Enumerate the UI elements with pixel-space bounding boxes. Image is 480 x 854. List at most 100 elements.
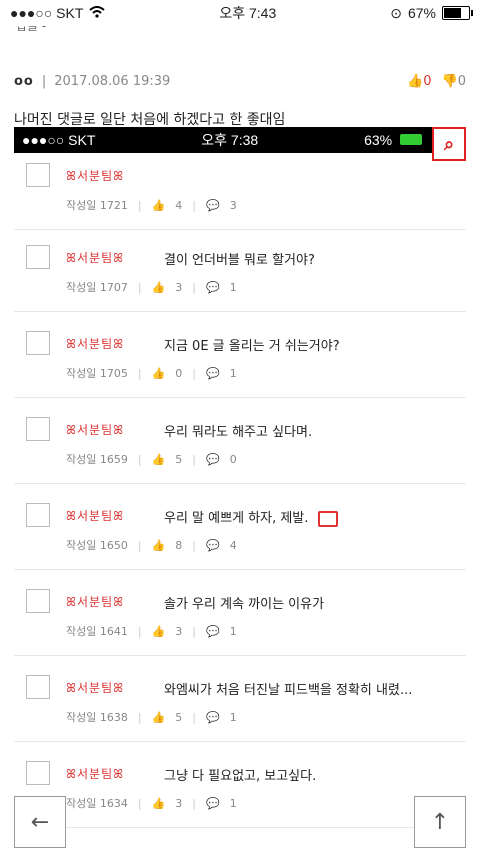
comment-nick: oo [14, 74, 34, 89]
comment-icon: 💬 [206, 280, 220, 294]
arrow-up-icon: ↑ [430, 809, 450, 835]
comment-count: 1 [229, 366, 237, 380]
like-count: 5 [175, 710, 183, 724]
written-date: 작성일 1634 [66, 797, 128, 810]
comment-date: 2017.08.06 19:39 [54, 74, 171, 89]
comment-count: 4 [229, 538, 237, 552]
like-icon: 👍 [151, 198, 166, 212]
list-item[interactable]: ꕤ서분팀ꕤ 우리 말 예쁘게 하자, 제발. 작성일 1650 | 👍 8 | 💬 4 [14, 483, 466, 570]
written-date: 작성일 1705 [66, 367, 128, 380]
written-date: 작성일 1638 [66, 711, 128, 724]
divider: | [137, 366, 142, 380]
list-item[interactable]: ꕤ서분팀ꕤ 와엠씨가 처음 터진날 피드백을 정확히 내렸... 작성일 1638 |… [14, 655, 466, 742]
comment-text: 나머진 댓글로 일단 처음에 하겠다고 한 좋대임 [14, 112, 286, 128]
like-icon: 👍 [151, 280, 166, 294]
comment-count: 0 [229, 452, 237, 466]
comment-count: 3 [229, 198, 237, 212]
comment-icon: 💬 [206, 452, 220, 466]
arrow-left-icon: ← [30, 809, 50, 835]
comment-icon: 💬 [206, 624, 220, 638]
select-checkbox[interactable] [26, 761, 50, 785]
like-icon: 👍 [151, 452, 166, 466]
list-item[interactable]: ꕤ서분팀ꕤ 지금 0E 글 올리는 거 쉬는거야? 작성일 1705 | 👍 0 | 💬 1 [14, 311, 466, 398]
select-checkbox[interactable] [26, 331, 50, 355]
like-icon: 👍 [151, 624, 166, 638]
upvote-button[interactable]: 👍0 [407, 74, 431, 89]
select-checkbox[interactable] [26, 589, 50, 613]
back-button[interactable]: ← [14, 796, 66, 848]
post-title[interactable]: 솔가 우리 계속 까이는 이유가 [164, 593, 324, 612]
downvote-button[interactable]: 👎0 [442, 74, 466, 89]
list-item[interactable]: ꕤ서분팀ꕤ 그냥 다 필요없고, 보고싶다. 작성일 1634 | 👍 3 | 💬 1 [14, 741, 466, 828]
clock: 오후 7:43 [219, 5, 277, 21]
wifi-icon [89, 5, 106, 21]
embedded-screenshot: ●●●○○ SKT 오후 7:38 63% ⌕ ꕤ서분팀ꕤ 작성일 1721 | 👍 4… [14, 127, 466, 854]
written-date: 작성일 1659 [66, 453, 128, 466]
divider: | [192, 198, 196, 212]
written-date: 작성일 1650 [66, 539, 128, 552]
cut-text: 답글 - [16, 26, 47, 33]
divider: | [192, 538, 196, 552]
comment-icon: 💬 [206, 366, 220, 380]
like-icon: 👍 [151, 366, 166, 380]
downvote-count: 0 [457, 74, 466, 89]
post-title[interactable]: 와엠씨가 처음 터진날 피드백을 정확히 내렸... [164, 679, 412, 698]
rotation-lock-icon: ⊙ [390, 4, 402, 21]
divider: | [192, 796, 196, 810]
list-item[interactable]: ꕤ서분팀ꕤ 우리 뭐라도 해주고 싶다며. 작성일 1659 | 👍 5 | 💬 0 [14, 397, 466, 484]
comment-icon: 💬 [206, 796, 220, 810]
divider: | [192, 710, 196, 724]
select-checkbox[interactable] [26, 417, 50, 441]
brand-label: ꕤ서분팀ꕤ [66, 169, 125, 183]
post-title[interactable]: 우리 말 예쁘게 하자, 제발. [164, 507, 339, 527]
comment-count: 1 [229, 710, 237, 724]
post-info: 작성일 1634 | 👍 3 | 💬 1 [66, 795, 237, 811]
image-attachment-icon [318, 510, 339, 527]
post-info: 작성일 1721 | 👍 4 | 💬 3 [66, 197, 237, 213]
battery-percent: 67% [407, 5, 436, 21]
brand-label: ꕤ서분팀ꕤ [66, 595, 125, 609]
select-checkbox[interactable] [26, 675, 50, 699]
like-icon: 👍 [151, 538, 166, 552]
upvote-count: 0 [423, 74, 432, 89]
written-date: 작성일 1721 [66, 199, 128, 212]
battery-icon [441, 6, 473, 20]
divider: | [137, 624, 142, 638]
like-count: 3 [175, 280, 183, 294]
select-checkbox[interactable] [26, 245, 50, 269]
post-info: 작성일 1650 | 👍 8 | 💬 4 [66, 537, 237, 553]
divider: | [137, 452, 142, 466]
comment-count: 1 [229, 796, 237, 810]
comment-meta: oo | 2017.08.06 19:39 👍0 👎0 [0, 36, 480, 89]
list-item[interactable]: ꕤ서분팀ꕤ 결이 언더버블 뭐로 할거야? 작성일 1707 | 👍 3 | 💬 1 [14, 225, 466, 312]
divider: | [192, 366, 196, 380]
divider: | [137, 198, 142, 212]
comment-icon: 💬 [206, 538, 220, 552]
brand-label: ꕤ서분팀ꕤ [66, 251, 125, 265]
like-count: 4 [175, 198, 183, 212]
brand-label: ꕤ서분팀ꕤ [66, 681, 125, 695]
like-count: 5 [175, 452, 183, 466]
divider: | [137, 538, 142, 552]
post-title[interactable]: 그냥 다 필요없고, 보고싶다. [164, 765, 316, 784]
post-title[interactable]: 우리 뭐라도 해주고 싶다며. [164, 421, 312, 440]
brand-label: ꕤ서분팀ꕤ [66, 423, 125, 437]
divider: | [192, 624, 196, 638]
comment-count: 1 [229, 280, 237, 294]
carrier-label: ●●●○○ SKT [10, 5, 84, 21]
comment-icon: 💬 [206, 198, 220, 212]
written-date: 작성일 1641 [66, 625, 128, 638]
list-item[interactable]: ꕤ서분팀ꕤ 작성일 1721 | 👍 4 | 💬 3 [14, 143, 466, 230]
post-title[interactable]: 지금 0E 글 올리는 거 쉬는거야? [164, 335, 340, 354]
comment-icon: 💬 [206, 710, 220, 724]
like-count: 3 [175, 796, 183, 810]
written-date: 작성일 1707 [66, 281, 128, 294]
comment-count: 1 [229, 624, 237, 638]
brand-label: ꕤ서분팀ꕤ [66, 509, 125, 523]
select-checkbox[interactable] [26, 503, 50, 527]
post-title[interactable]: 결이 언더버블 뭐로 할거야? [164, 249, 315, 268]
scroll-top-button[interactable]: ↑ [414, 796, 466, 848]
list-item[interactable]: ꕤ서분팀ꕤ 솔가 우리 계속 까이는 이유가 작성일 1641 | 👍 3 | 💬 1 [14, 569, 466, 656]
divider: | [41, 74, 47, 89]
select-checkbox[interactable] [26, 163, 50, 187]
